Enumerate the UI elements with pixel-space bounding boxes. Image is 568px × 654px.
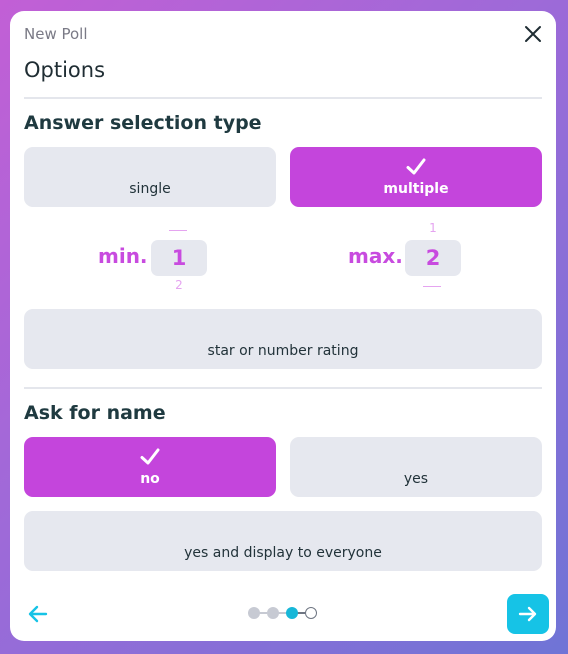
- step-dot-1: [248, 607, 260, 619]
- option-yes-label: yes: [403, 471, 429, 487]
- checkmark-icon: [405, 156, 427, 178]
- step-indicator: [248, 607, 320, 619]
- option-yes-display-label: yes and display to everyone: [184, 545, 382, 561]
- option-yes-display[interactable]: yes and display to everyone: [24, 511, 542, 571]
- answer-selection-heading: Answer selection type: [24, 112, 262, 134]
- option-no[interactable]: no: [24, 437, 276, 497]
- min-label: min.: [98, 244, 148, 268]
- arrow-left-icon[interactable]: [26, 602, 50, 626]
- step-connector: [278, 612, 286, 614]
- max-next-placeholder: [423, 286, 441, 287]
- ask-for-name-heading: Ask for name: [24, 402, 166, 424]
- step-dot-3: [286, 607, 298, 619]
- max-prev-value[interactable]: 1: [405, 221, 461, 235]
- min-value-stepper[interactable]: 1: [151, 240, 207, 276]
- dialog-title: New Poll: [24, 25, 88, 43]
- option-single-label: single: [129, 181, 171, 197]
- option-multiple-label: multiple: [383, 181, 449, 197]
- close-icon[interactable]: [524, 25, 542, 43]
- option-star-rating[interactable]: star or number rating: [24, 309, 542, 369]
- divider: [24, 387, 542, 389]
- min-prev-placeholder: [169, 230, 187, 231]
- step-dot-4: [305, 607, 317, 619]
- option-no-label: no: [140, 471, 160, 487]
- arrow-right-icon: [518, 606, 537, 622]
- max-label: max.: [348, 244, 403, 268]
- option-single[interactable]: single: [24, 147, 276, 207]
- option-yes[interactable]: yes: [290, 437, 542, 497]
- next-button[interactable]: [507, 594, 549, 634]
- max-value-stepper[interactable]: 2: [405, 240, 461, 276]
- poll-dialog: New Poll Options Answer selection type s…: [10, 11, 556, 641]
- option-multiple[interactable]: multiple: [290, 147, 542, 207]
- step-dot-2: [267, 607, 279, 619]
- min-next-value[interactable]: 2: [151, 278, 207, 292]
- step-connector: [259, 612, 267, 614]
- section-title: Options: [24, 58, 106, 82]
- checkmark-icon: [139, 446, 161, 468]
- divider: [24, 97, 542, 99]
- step-connector: [297, 612, 305, 614]
- option-star-rating-label: star or number rating: [207, 343, 359, 359]
